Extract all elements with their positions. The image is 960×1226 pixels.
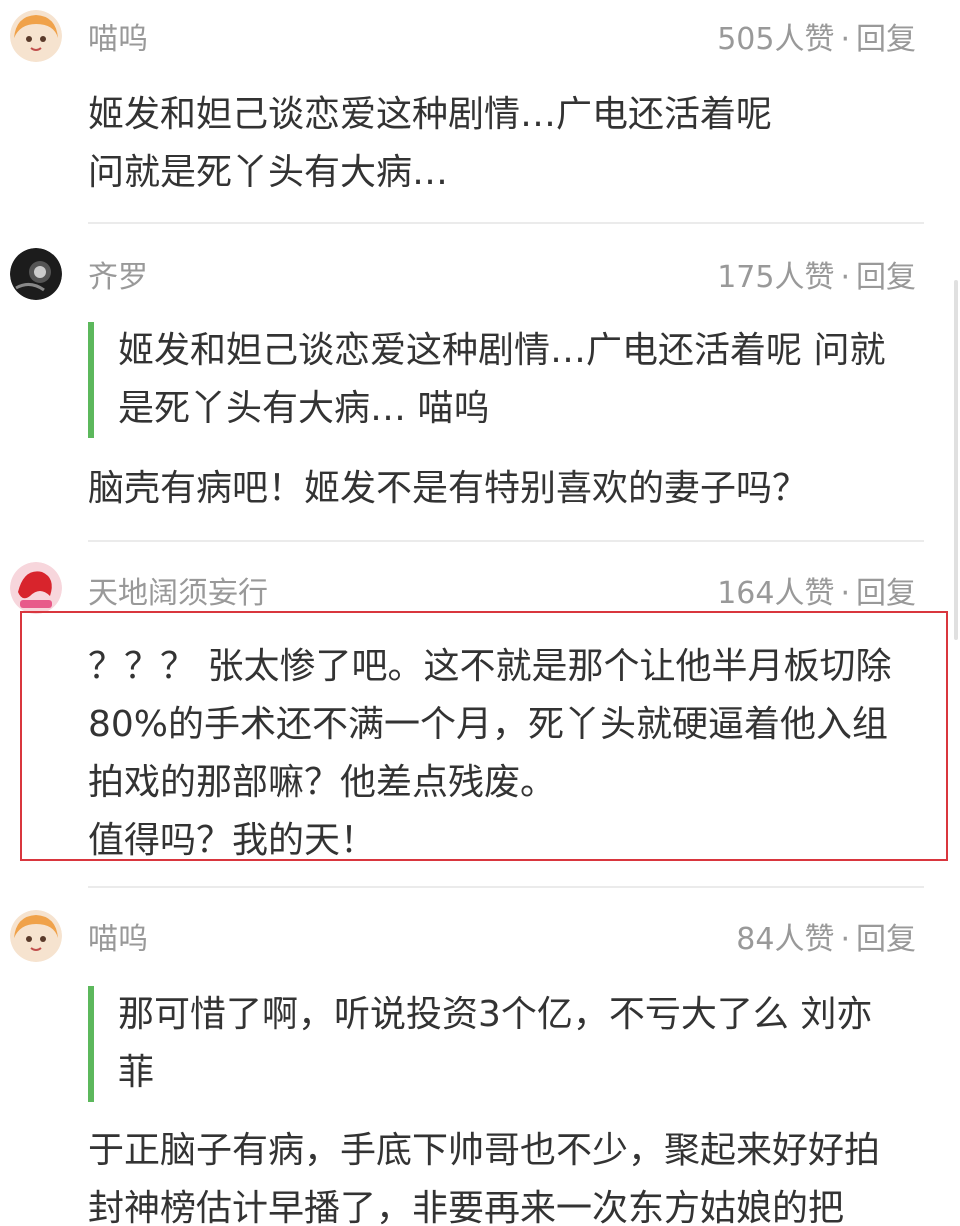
username[interactable]: 天地阔须妄行 bbox=[88, 574, 268, 614]
like-count[interactable]: 84人赞 bbox=[736, 922, 834, 957]
user-avatar[interactable] bbox=[10, 562, 62, 614]
comment-line: 于正脑子有病，手底下帅哥也不少，聚起来好好拍 bbox=[88, 1130, 881, 1171]
user-avatar[interactable] bbox=[10, 10, 62, 62]
comment-divider bbox=[88, 540, 924, 542]
comment-meta: 505人赞 · 回复 bbox=[717, 20, 916, 60]
quote-line: 菲 bbox=[118, 1052, 155, 1093]
meta-separator: · bbox=[840, 922, 850, 957]
like-count[interactable]: 505人赞 bbox=[717, 22, 834, 57]
reply-button[interactable]: 回复 bbox=[856, 576, 916, 611]
user-avatar[interactable] bbox=[10, 248, 62, 300]
comment-meta: 175人赞 · 回复 bbox=[717, 258, 916, 298]
comment-text: 脑壳有病吧！姬发不是有特别喜欢的妻子吗？ bbox=[88, 460, 928, 518]
quoted-reply: 那可惜了啊，听说投资3个亿，不亏大了么 刘亦 菲 bbox=[88, 986, 924, 1102]
username[interactable]: 喵呜 bbox=[88, 920, 148, 960]
comment-line: 脑壳有病吧！姬发不是有特别喜欢的妻子吗？ bbox=[88, 468, 809, 509]
comment-divider bbox=[88, 222, 924, 224]
quote-line: 是死丫头有大病… 喵呜 bbox=[118, 388, 490, 429]
scrollbar[interactable] bbox=[954, 280, 958, 640]
highlight-annotation bbox=[20, 611, 948, 861]
reply-button[interactable]: 回复 bbox=[856, 260, 916, 295]
like-count[interactable]: 175人赞 bbox=[717, 260, 834, 295]
comment-text: 于正脑子有病，手底下帅哥也不少，聚起来好好拍 封神榜估计早播了，非要再来一次东方… bbox=[88, 1122, 928, 1226]
comment-text: 姬发和妲己谈恋爱这种剧情…广电还活着呢 问就是死丫头有大病… bbox=[88, 86, 928, 202]
meta-separator: · bbox=[840, 22, 850, 57]
quote-line: 那可惜了啊，听说投资3个亿，不亏大了么 刘亦 bbox=[118, 994, 873, 1035]
quoted-reply: 姬发和妲己谈恋爱这种剧情…广电还活着呢 问就 是死丫头有大病… 喵呜 bbox=[88, 322, 924, 438]
quote-line: 姬发和妲己谈恋爱这种剧情…广电还活着呢 问就 bbox=[118, 330, 886, 371]
reply-button[interactable]: 回复 bbox=[856, 922, 916, 957]
comment-line: 姬发和妲己谈恋爱这种剧情…广电还活着呢 bbox=[88, 94, 773, 135]
comment-meta: 84人赞 · 回复 bbox=[736, 920, 916, 960]
comment-line: 问就是死丫头有大病… bbox=[88, 152, 449, 193]
username[interactable]: 齐罗 bbox=[88, 258, 148, 298]
comment-thread: 喵呜 505人赞 · 回复 姬发和妲己谈恋爱这种剧情…广电还活着呢 问就是死丫头有大… bbox=[0, 0, 960, 1226]
reply-button[interactable]: 回复 bbox=[856, 22, 916, 57]
comment-divider bbox=[88, 886, 924, 888]
comment-line: 封神榜估计早播了，非要再来一次东方姑娘的把 bbox=[88, 1188, 845, 1226]
meta-separator: · bbox=[840, 576, 850, 611]
like-count[interactable]: 164人赞 bbox=[717, 576, 834, 611]
meta-separator: · bbox=[840, 260, 850, 295]
user-avatar[interactable] bbox=[10, 910, 62, 962]
username[interactable]: 喵呜 bbox=[88, 20, 148, 60]
comment-meta: 164人赞 · 回复 bbox=[717, 574, 916, 614]
